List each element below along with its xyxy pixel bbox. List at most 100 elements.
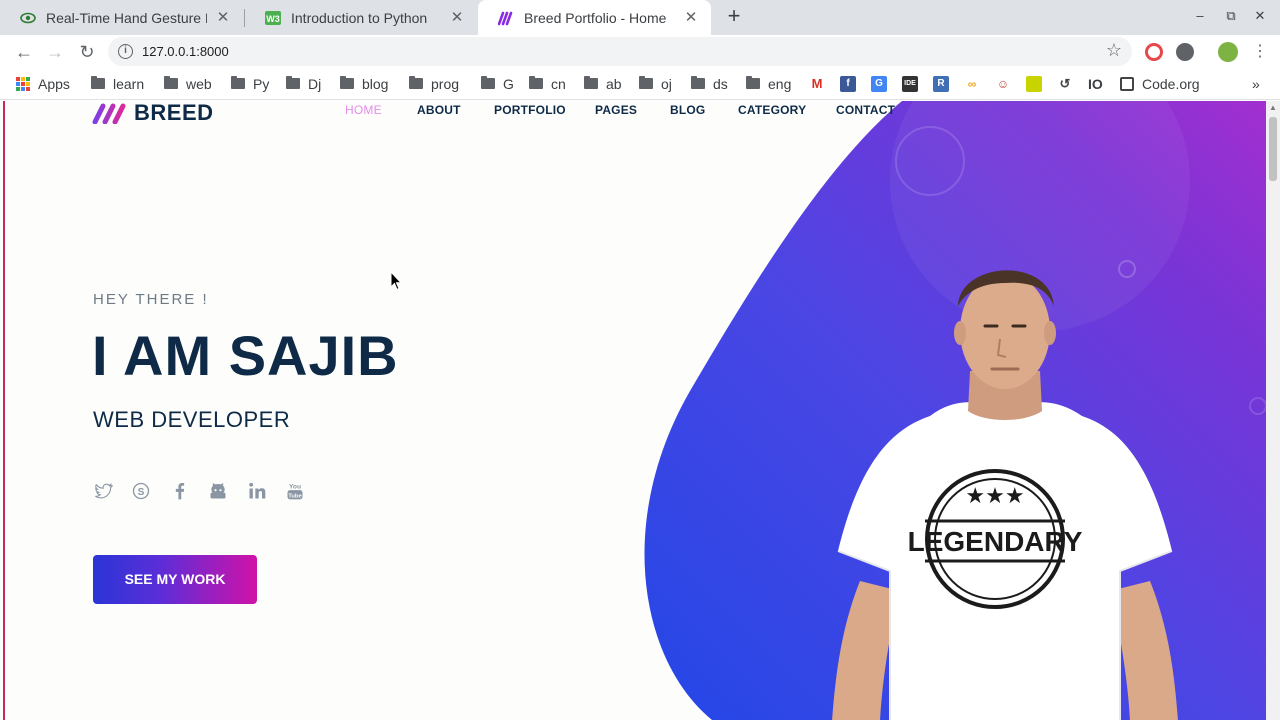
bookmark-link[interactable]: ∞: [964, 74, 980, 94]
bookmark-folder-eng[interactable]: eng: [746, 74, 791, 94]
back-icon[interactable]: ←: [12, 40, 36, 64]
folder-icon: [91, 75, 105, 89]
bookmark-label: IO: [1088, 76, 1103, 92]
tab-title: Breed Portfolio - Home: [524, 9, 667, 26]
facebook-icon[interactable]: [170, 481, 190, 501]
download-extension-icon[interactable]: [1176, 43, 1194, 61]
linkedin-icon[interactable]: [247, 481, 267, 501]
folder-icon: [286, 75, 300, 89]
see-my-work-button[interactable]: SEE MY WORK: [93, 555, 257, 604]
bookmark-folder-web[interactable]: web: [164, 74, 212, 94]
skype-icon[interactable]: S: [131, 481, 151, 501]
svg-text:S: S: [138, 487, 145, 498]
bookmark-robot[interactable]: ☺: [995, 74, 1011, 94]
youtube-icon[interactable]: You Tube: [285, 481, 305, 501]
profile-avatar[interactable]: [1218, 42, 1238, 62]
address-bar[interactable]: i 127.0.0.1:8000 ☆: [108, 37, 1132, 66]
bookmark-folder-dj[interactable]: Dj: [286, 74, 321, 94]
brand-logo[interactable]: BREED: [92, 101, 214, 125]
bookmark-label: cn: [551, 76, 566, 92]
bookmark-codeorg[interactable]: Code.org: [1120, 74, 1200, 94]
bookmark-label: learn: [113, 76, 145, 92]
folder-icon: [340, 75, 354, 89]
minimize-button[interactable]: ‒: [1192, 8, 1208, 23]
github-icon[interactable]: [208, 481, 228, 501]
folder-icon: [529, 75, 543, 89]
new-tab-button[interactable]: +: [722, 5, 746, 29]
tab-title: Introduction to Python: [291, 9, 428, 26]
gmail-icon: M: [809, 76, 825, 92]
bookmark-folder-ds[interactable]: ds: [691, 74, 728, 94]
bookmark-apps[interactable]: Apps: [16, 74, 70, 94]
forward-icon[interactable]: →: [43, 40, 67, 64]
bookmark-label: oj: [661, 76, 672, 92]
tab-hand-gesture[interactable]: Real-Time Hand Gesture R ✕: [0, 0, 243, 35]
page-scrollbar[interactable]: ▲: [1266, 101, 1280, 720]
translate-icon: G: [871, 76, 887, 92]
site-info-icon[interactable]: i: [118, 44, 133, 59]
close-window-button[interactable]: ✕: [1252, 8, 1268, 24]
svg-text:W3: W3: [266, 14, 280, 24]
hero-headline: I AM SAJIB: [92, 324, 399, 387]
bookmark-io[interactable]: IO: [1088, 74, 1103, 94]
bookmark-folder-oj[interactable]: oj: [639, 74, 672, 94]
mouse-cursor-icon: [390, 271, 402, 291]
bookmark-folder-prog[interactable]: prog: [409, 74, 459, 94]
bookmark-label: blog: [362, 76, 389, 92]
bookmark-gmail[interactable]: M: [809, 74, 825, 94]
bookmark-folder-cn[interactable]: cn: [529, 74, 566, 94]
breed-logo-icon: [498, 11, 513, 25]
bookmark-ide[interactable]: IDE: [902, 74, 918, 94]
menu-kebab-icon[interactable]: ⋮: [1248, 40, 1272, 64]
w3-icon: W3: [265, 10, 281, 25]
grammarly-extension-icon[interactable]: [1145, 43, 1163, 61]
close-tab-icon[interactable]: ✕: [683, 9, 699, 26]
bookmark-label: web: [186, 76, 212, 92]
bookmarks-bar: Apps learn web Py Dj blog prog G cn ab o…: [0, 68, 1280, 100]
nav-contact[interactable]: CONTACT: [836, 103, 895, 117]
bookmark-label: G: [503, 76, 514, 92]
tab-breed-portfolio[interactable]: Breed Portfolio - Home ✕: [478, 0, 711, 35]
folder-icon: [481, 75, 495, 89]
reload-icon[interactable]: ↻: [75, 40, 99, 64]
bookmark-folder-ab[interactable]: ab: [584, 74, 622, 94]
folder-icon: [746, 75, 760, 89]
bookmark-r[interactable]: R: [933, 74, 949, 94]
left-edge-strip: [3, 101, 5, 720]
bookmark-refresh[interactable]: ↺: [1057, 74, 1073, 94]
bookmark-facebook[interactable]: f: [840, 74, 856, 94]
bookmarks-overflow-icon[interactable]: »: [1252, 74, 1260, 94]
breed-logo-icon: [92, 103, 126, 124]
bookmark-translate[interactable]: G: [871, 74, 887, 94]
nav-about[interactable]: ABOUT: [417, 103, 461, 117]
scrollbar-thumb[interactable]: [1269, 117, 1277, 181]
bookmark-image[interactable]: [1026, 74, 1042, 94]
svg-text:Tube: Tube: [288, 493, 302, 499]
image-icon: [1026, 76, 1042, 92]
bookmark-star-icon[interactable]: ☆: [1106, 40, 1122, 61]
facebook-icon: f: [840, 76, 856, 92]
tab-python[interactable]: W3 Introduction to Python ✕: [245, 0, 477, 35]
url-text[interactable]: 127.0.0.1:8000: [142, 44, 229, 59]
bookmark-folder-g[interactable]: G: [481, 74, 514, 94]
close-tab-icon[interactable]: ✕: [215, 9, 231, 26]
restore-button[interactable]: ⧉: [1223, 8, 1239, 24]
ide-icon: IDE: [902, 76, 918, 92]
nav-category[interactable]: CATEGORY: [738, 103, 806, 117]
bookmark-label: Dj: [308, 76, 322, 92]
twitter-icon[interactable]: [93, 481, 113, 501]
bookmark-folder-learn[interactable]: learn: [91, 74, 144, 94]
bookmark-folder-py[interactable]: Py: [231, 74, 269, 94]
folder-icon: [584, 75, 598, 89]
folder-icon: [639, 75, 653, 89]
scroll-up-icon[interactable]: ▲: [1269, 103, 1277, 112]
close-tab-icon[interactable]: ✕: [449, 9, 465, 26]
nav-pages[interactable]: PAGES: [595, 103, 637, 117]
nav-home[interactable]: HOME: [345, 103, 382, 117]
bookmark-folder-blog[interactable]: blog: [340, 74, 388, 94]
swirl-icon: ↺: [1057, 76, 1073, 92]
r-icon: R: [933, 76, 949, 92]
nav-portfolio[interactable]: PORTFOLIO: [494, 103, 566, 117]
hero-greeting: HEY THERE !: [93, 291, 209, 308]
nav-blog[interactable]: BLOG: [670, 103, 705, 117]
